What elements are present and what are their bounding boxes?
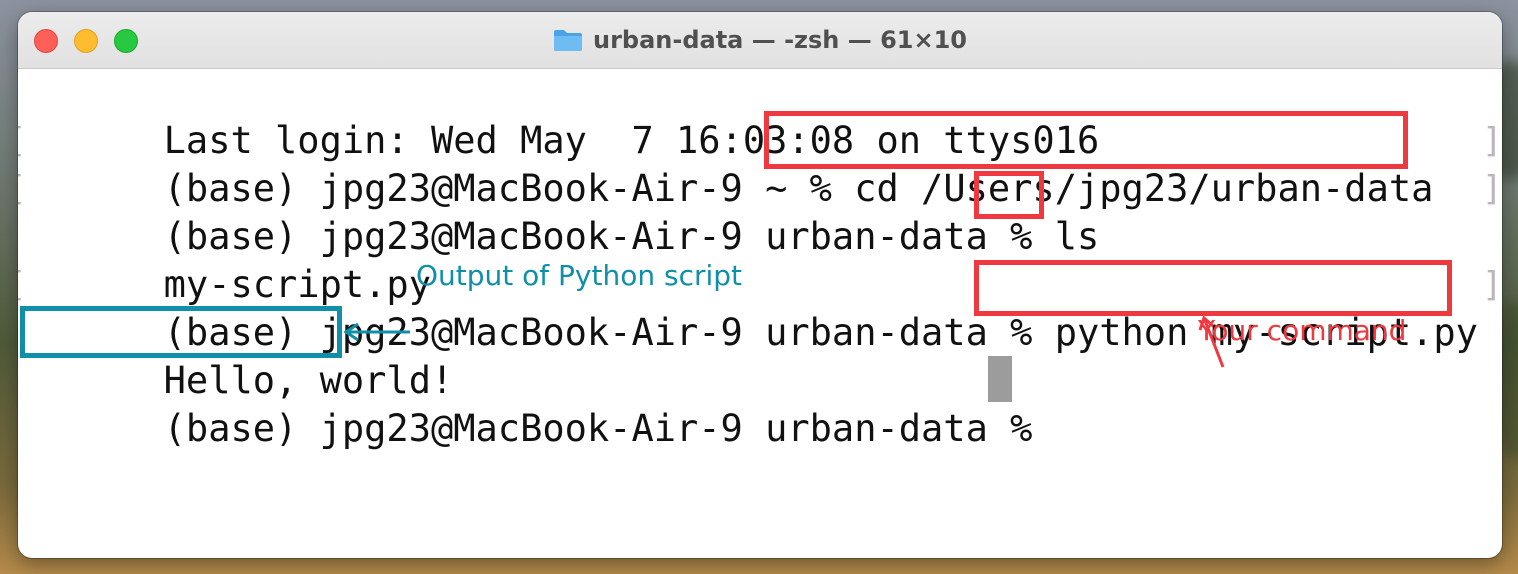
output-arrow — [343, 322, 410, 342]
output-annotation: Output of Python script — [416, 259, 743, 292]
annotation-arrows — [343, 315, 1225, 368]
command-annotation: Your command — [1198, 314, 1407, 347]
terminal-window: urban-data — -zsh — 61×10 Last login: We… — [18, 12, 1502, 558]
